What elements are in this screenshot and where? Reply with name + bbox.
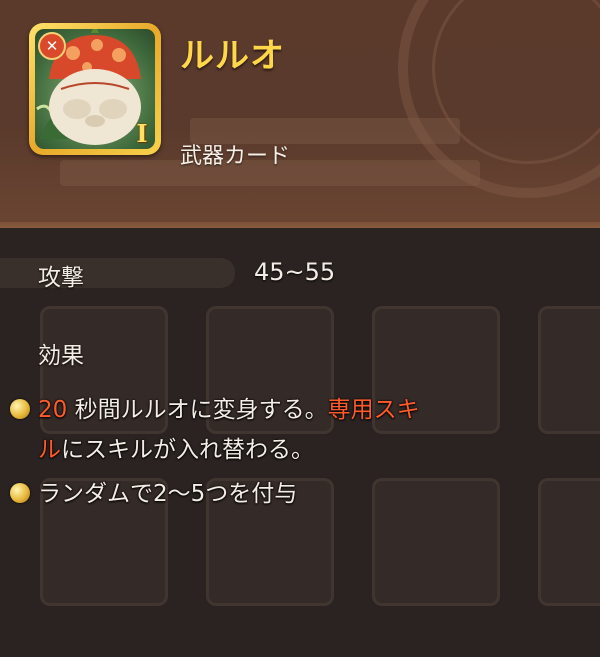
effect-text: ランダムで2〜5つを付与 (38, 481, 298, 507)
item-header: ✕ I ルルオ 武器カード (0, 0, 600, 228)
item-name: ルルオ (180, 36, 285, 76)
card-artwork: ✕ I (35, 29, 155, 149)
item-card-icon[interactable]: ✕ I (29, 23, 161, 155)
effect-label: 効果 (38, 343, 84, 369)
effect-highlight: 専用スキ (327, 397, 420, 423)
sword-icon: ✕ (38, 32, 66, 60)
bullet-coin-icon (10, 399, 30, 419)
item-type: 武器カード (180, 144, 291, 169)
attack-label: 攻撃 (38, 265, 84, 291)
background-tab (0, 258, 235, 288)
effect-entry: 20 秒間ルルオに変身する。専用スキ ルにスキルが入れ替わる。 (10, 390, 590, 470)
attack-value: 45~55 (254, 258, 336, 286)
bullet-coin-icon (10, 483, 30, 503)
effect-entry: ランダムで2〜5つを付与 (10, 474, 590, 514)
effect-text: にスキルが入れ替わる。 (61, 437, 314, 463)
effect-highlight: ル (38, 437, 61, 463)
effect-text: 秒間ルルオに変身する。 (67, 397, 328, 423)
effect-duration: 20 (38, 397, 68, 423)
rank-badge: I (136, 118, 148, 148)
